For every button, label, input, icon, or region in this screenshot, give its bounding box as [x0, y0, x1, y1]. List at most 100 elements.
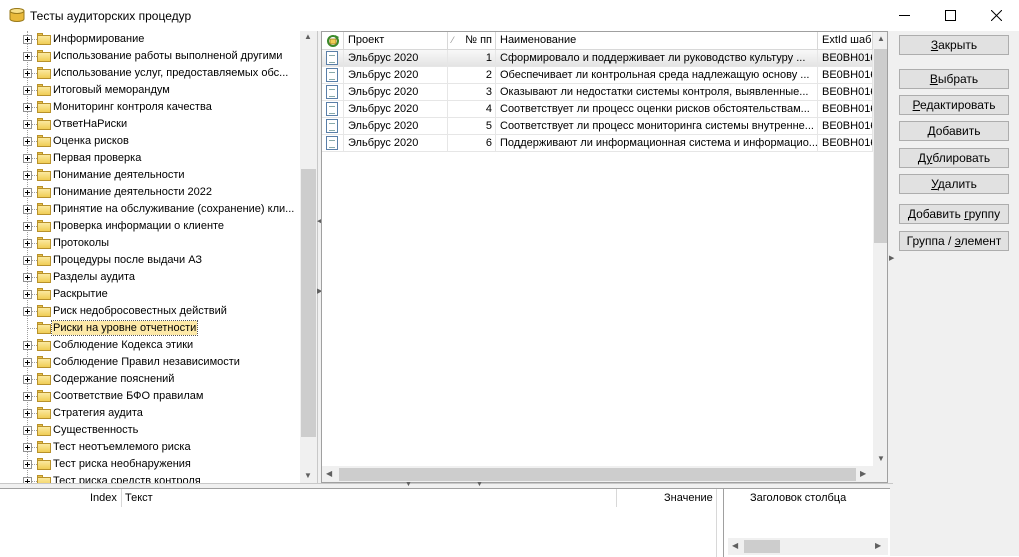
folder-tree[interactable]: Информирование Использование работы выпол…: [0, 31, 317, 483]
tree-scroll-thumb[interactable]: [301, 169, 316, 437]
expand-icon[interactable]: [23, 307, 32, 316]
table-row[interactable]: Эльбрус 2020 3 Оказывают ли недостатки сис…: [322, 84, 873, 101]
tree-item[interactable]: Разделы аудита: [0, 269, 300, 286]
tree-item-label: Раскрытие: [53, 288, 108, 300]
column-header-number[interactable]: ⁄ № пп: [448, 32, 496, 50]
column-header-project[interactable]: Проект: [344, 32, 448, 50]
expand-icon[interactable]: [23, 409, 32, 418]
tree-item[interactable]: Раскрытие: [0, 286, 300, 303]
table-row[interactable]: Эльбрус 2020 2 Обеспечивает ли контрольная…: [322, 67, 873, 84]
expand-icon[interactable]: [23, 188, 32, 197]
scroll-down-icon[interactable]: ▼: [877, 454, 885, 463]
expand-icon[interactable]: [23, 103, 32, 112]
table-row[interactable]: Эльбрус 2020 4 Соответствует ли процесс оц…: [322, 101, 873, 118]
duplicate-button[interactable]: Дублировать: [899, 148, 1009, 168]
expand-icon[interactable]: [23, 443, 32, 452]
grid-hscroll-thumb[interactable]: [339, 468, 856, 481]
expand-icon[interactable]: [23, 69, 32, 78]
tree-item[interactable]: Риск недобросовестных действий: [0, 303, 300, 320]
tree-item[interactable]: Понимание деятельности: [0, 167, 300, 184]
expand-icon[interactable]: [23, 290, 32, 299]
splitter-down-arrow-icon[interactable]: ▼: [405, 481, 412, 488]
tree-item[interactable]: Стратегия аудита: [0, 405, 300, 422]
tree-item[interactable]: Итоговый меморандум: [0, 82, 300, 99]
maximize-button[interactable]: [927, 0, 973, 31]
sort-indicator-icon: ⁄: [452, 35, 454, 45]
grid-vertical-scrollbar[interactable]: ▲ ▼: [873, 32, 887, 466]
tree-item[interactable]: Соблюдение Правил независимости: [0, 354, 300, 371]
expand-icon[interactable]: [23, 35, 32, 44]
expand-icon[interactable]: [23, 273, 32, 282]
table-row[interactable]: Эльбрус 2020 5 Соответствует ли процесс мо…: [322, 118, 873, 135]
tree-item[interactable]: Существенность: [0, 422, 300, 439]
select-button[interactable]: Выбрать: [899, 69, 1009, 89]
grid-vscroll-thumb[interactable]: [874, 49, 887, 243]
scroll-up-icon[interactable]: ▲: [304, 32, 312, 41]
expand-icon[interactable]: [23, 205, 32, 214]
close-button[interactable]: Закрыть: [899, 35, 1009, 55]
scroll-left-icon[interactable]: ◀: [732, 541, 738, 550]
scroll-down-icon[interactable]: ▼: [304, 471, 312, 480]
column-icon-header[interactable]: [322, 32, 344, 50]
tree-item[interactable]: Соблюдение Кодекса этики: [0, 337, 300, 354]
tree-item[interactable]: Протоколы: [0, 235, 300, 252]
expand-icon[interactable]: [23, 375, 32, 384]
expand-icon[interactable]: [23, 222, 32, 231]
expand-icon[interactable]: [23, 460, 32, 469]
expand-icon[interactable]: [23, 154, 32, 163]
scroll-right-icon[interactable]: ▶: [875, 541, 881, 550]
tree-item[interactable]: Мониторинг контроля качества: [0, 99, 300, 116]
column-header-value[interactable]: Значение: [664, 489, 713, 507]
expand-icon[interactable]: [23, 392, 32, 401]
scroll-right-icon[interactable]: ▶: [860, 469, 866, 478]
tree-item[interactable]: Риски на уровне отчетности: [0, 320, 300, 337]
scroll-up-icon[interactable]: ▲: [877, 34, 885, 43]
tree-item[interactable]: Проверка информации о клиенте: [0, 218, 300, 235]
table-row[interactable]: Эльбрус 2020 1 Сформировало и поддерживает…: [322, 50, 873, 67]
expand-icon[interactable]: [23, 137, 32, 146]
add-group-button[interactable]: Добавить группу: [899, 204, 1009, 224]
tree-item[interactable]: Оценка рисков: [0, 133, 300, 150]
group-element-button[interactable]: Группа / элемент: [899, 231, 1009, 251]
edit-button[interactable]: Редактировать: [899, 95, 1009, 115]
minimize-button[interactable]: [881, 0, 927, 31]
expand-icon[interactable]: [23, 256, 32, 265]
expand-icon[interactable]: [23, 358, 32, 367]
tree-item[interactable]: Содержание пояснений: [0, 371, 300, 388]
column-header-index[interactable]: Index: [90, 489, 117, 507]
tree-item[interactable]: Использование услуг, предоставляемых обс…: [0, 65, 300, 82]
tree-item[interactable]: Соответствие БФО правилам: [0, 388, 300, 405]
column-header-name[interactable]: Наименование: [496, 32, 818, 50]
expand-icon[interactable]: [23, 171, 32, 180]
panel-arrow-icon[interactable]: ▶: [889, 254, 894, 262]
expand-icon[interactable]: [23, 426, 32, 435]
tree-item[interactable]: Процедуры после выдачи АЗ: [0, 252, 300, 269]
tree-item[interactable]: Тест риска средств контроля: [0, 473, 300, 483]
tree-item[interactable]: Информирование: [0, 31, 300, 48]
tree-vertical-scrollbar[interactable]: ▲ ▼: [300, 31, 317, 483]
details-hscroll-thumb[interactable]: [744, 540, 780, 553]
close-window-button[interactable]: [973, 0, 1019, 31]
expand-icon[interactable]: [23, 52, 32, 61]
add-button[interactable]: Добавить: [899, 121, 1009, 141]
tree-item[interactable]: ОтветНаРиски: [0, 116, 300, 133]
expand-icon[interactable]: [23, 239, 32, 248]
scroll-left-icon[interactable]: ◀: [326, 469, 332, 478]
tree-item[interactable]: Тест риска необнаружения: [0, 456, 300, 473]
expand-icon[interactable]: [23, 341, 32, 350]
details-horizontal-scrollbar[interactable]: ◀ ▶: [728, 538, 888, 555]
procedures-grid[interactable]: Проект ⁄ № пп Наименование ExtId шаб Эльб…: [321, 31, 888, 483]
tree-item[interactable]: Тест неотъемлемого риска: [0, 439, 300, 456]
tree-item[interactable]: Понимание деятельности 2022: [0, 184, 300, 201]
table-row[interactable]: Эльбрус 2020 6 Поддерживают ли информацион…: [322, 135, 873, 152]
tree-item[interactable]: Принятие на обслуживание (сохранение) кл…: [0, 201, 300, 218]
column-header-text[interactable]: Текст: [125, 489, 153, 507]
expand-icon[interactable]: [23, 86, 32, 95]
expand-icon[interactable]: [23, 120, 32, 129]
splitter-down-arrow-icon[interactable]: ▼: [476, 481, 483, 488]
column-header-extid[interactable]: ExtId шаб: [818, 32, 873, 50]
tree-item[interactable]: Первая проверка: [0, 150, 300, 167]
tree-item[interactable]: Использование работы выполненой другими: [0, 48, 300, 65]
column-header-caption[interactable]: Заголовок столбца: [750, 489, 846, 507]
delete-button[interactable]: Удалить: [899, 174, 1009, 194]
